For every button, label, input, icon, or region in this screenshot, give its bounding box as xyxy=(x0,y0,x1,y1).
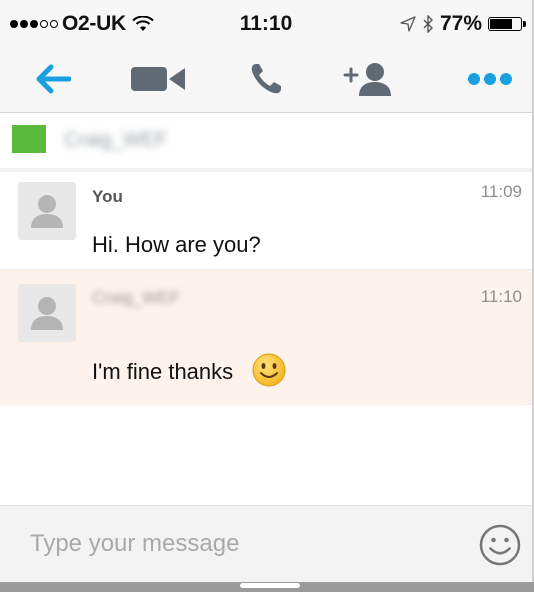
message-input[interactable] xyxy=(14,518,472,570)
back-button[interactable] xyxy=(28,56,78,102)
message-item[interactable]: Craig_WEF 11:10 I'm fine thanks xyxy=(0,270,532,405)
more-options-button[interactable] xyxy=(462,56,518,102)
location-arrow-icon xyxy=(400,16,416,32)
flag-icon xyxy=(12,125,46,153)
contact-header[interactable]: Craig_WEF xyxy=(0,113,532,169)
back-arrow-icon xyxy=(36,64,71,94)
battery-percent: 77% xyxy=(439,12,482,35)
conversation-toolbar xyxy=(0,46,532,113)
status-bar: O2-UK 11:10 77% xyxy=(0,0,532,46)
video-call-button[interactable] xyxy=(128,56,188,102)
message-item[interactable]: You 11:09 Hi. How are you? xyxy=(0,172,532,270)
person-placeholder-icon xyxy=(31,195,63,228)
bottom-bar xyxy=(0,582,534,592)
person-placeholder-icon xyxy=(31,297,63,330)
home-indicator[interactable] xyxy=(240,583,300,588)
message-composer xyxy=(0,505,532,583)
message-time: 11:10 xyxy=(480,287,522,306)
video-camera-icon xyxy=(131,67,185,91)
bluetooth-icon xyxy=(423,15,433,33)
message-sender: You xyxy=(92,187,123,206)
message-time: 11:09 xyxy=(480,182,522,201)
battery-icon xyxy=(488,17,526,31)
message-text: Hi. How are you? xyxy=(92,232,261,257)
phone-icon xyxy=(251,64,281,94)
avatar xyxy=(18,284,76,342)
avatar xyxy=(18,182,76,240)
message-body: I'm fine thanks xyxy=(92,353,287,388)
message-text: I'm fine thanks xyxy=(92,359,234,384)
status-right: 77% xyxy=(400,12,526,36)
add-participant-button[interactable] xyxy=(340,56,396,102)
add-contact-icon xyxy=(343,63,391,96)
emoji-button[interactable] xyxy=(478,523,522,567)
smiling-face-icon xyxy=(252,353,286,387)
message-sender: Craig_WEF xyxy=(92,288,180,307)
smiley-icon xyxy=(479,524,521,566)
contact-name: Craig_WEF xyxy=(64,129,168,151)
voice-call-button[interactable] xyxy=(244,56,288,102)
more-icon xyxy=(468,73,512,85)
